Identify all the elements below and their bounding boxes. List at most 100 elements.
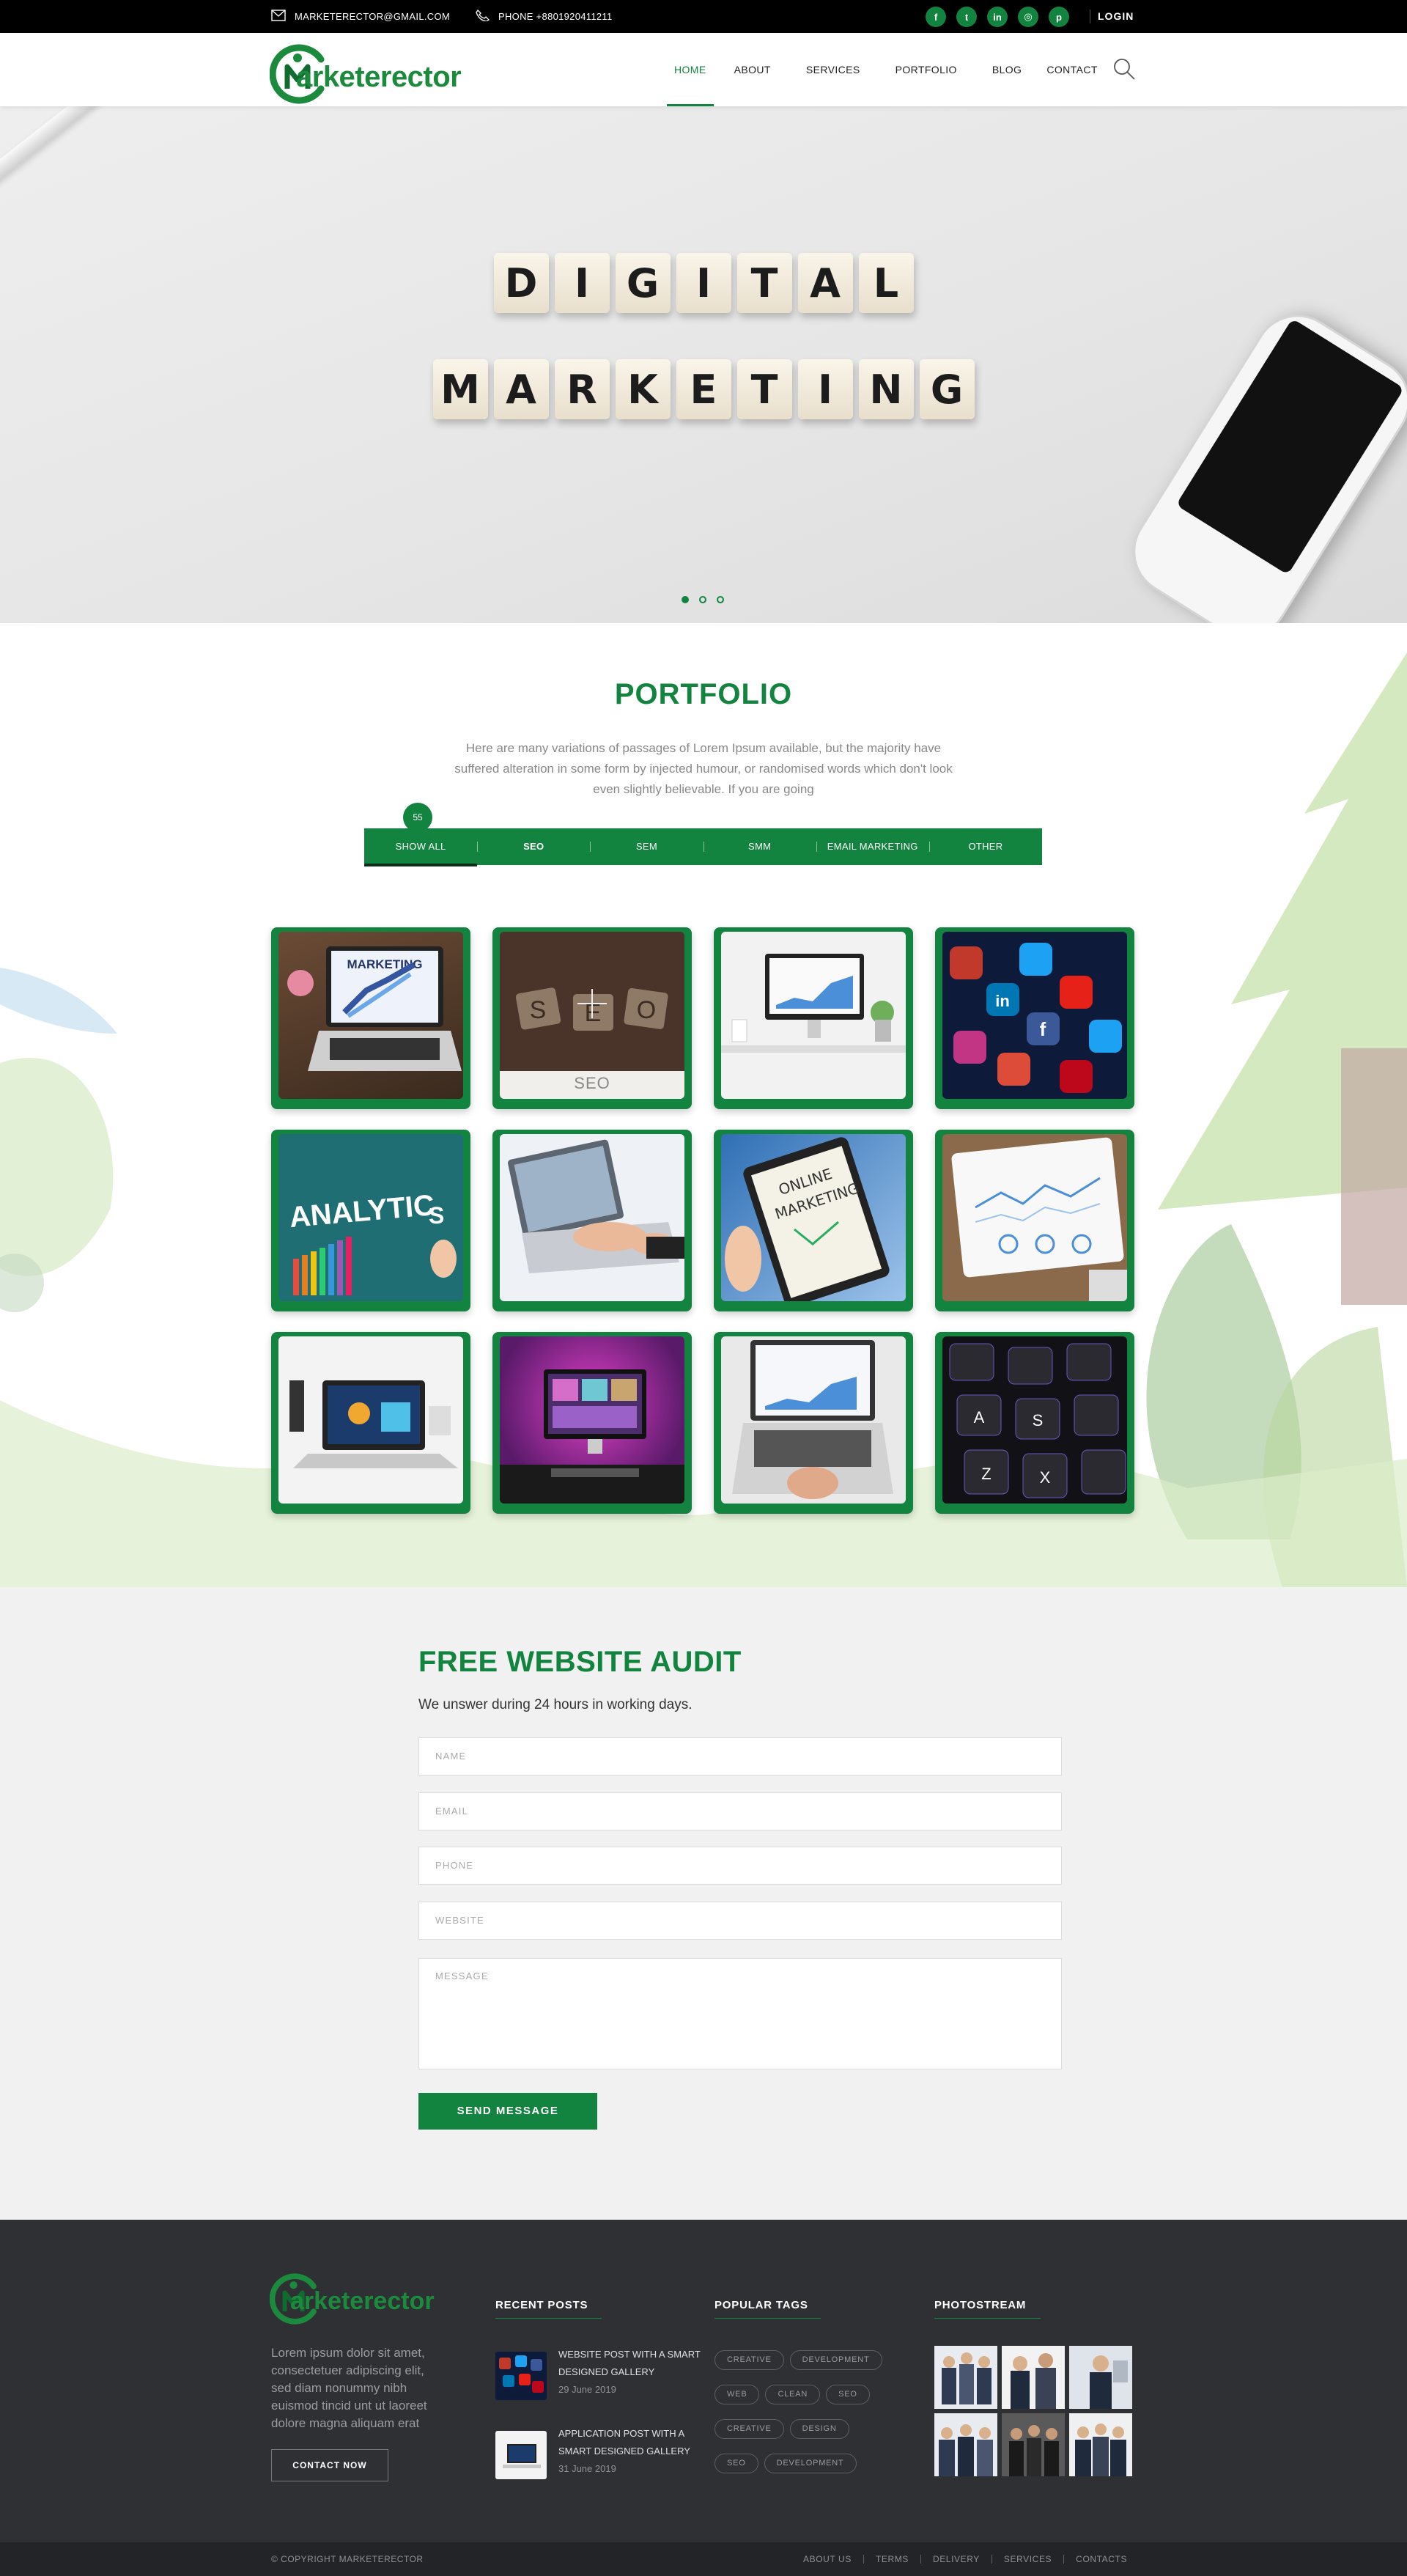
linkedin-icon[interactable]: in	[987, 7, 1008, 27]
portfolio-item[interactable]	[935, 1130, 1134, 1311]
portfolio-item[interactable]	[492, 1130, 692, 1311]
login-link[interactable]: LOGIN	[1098, 0, 1134, 33]
letter-tile: N	[858, 359, 914, 419]
tag-pill[interactable]: CLEAN	[765, 2385, 821, 2404]
filter-smm[interactable]: SMM	[703, 828, 816, 865]
tag-cloud: CREATIVE DEVELOPMENT WEB CLEAN SEO CREATIVE DE…	[714, 2350, 912, 2473]
slider-dot[interactable]	[717, 596, 724, 603]
portfolio-item[interactable]: A S Z X	[935, 1332, 1134, 1514]
filter-seo[interactable]: SEO	[477, 828, 590, 865]
nav-portfolio[interactable]: PORTFOLIO	[895, 33, 957, 106]
tag-pill[interactable]: SEO	[714, 2454, 758, 2473]
site-footer: arketerector Lorem ipsum dolor sit amet,…	[0, 2220, 1407, 2542]
footer-logo[interactable]: arketerector	[270, 2273, 460, 2331]
contact-now-button[interactable]: CONTACT NOW	[271, 2449, 388, 2481]
portfolio-item[interactable]	[271, 1332, 470, 1514]
email-contact[interactable]: MARKETERECTOR@GMAIL.COM	[271, 10, 450, 23]
footer-link-terms[interactable]: TERMS	[876, 2554, 909, 2564]
svg-text:A: A	[974, 1408, 985, 1427]
portfolio-item[interactable]: ANALYTIC S	[271, 1130, 470, 1311]
nav-home[interactable]: HOME	[667, 33, 714, 106]
filter-show-all[interactable]: SHOW ALL	[364, 828, 478, 866]
pen-decoration	[0, 106, 132, 194]
portfolio-item-seo[interactable]: SEO SEO	[492, 927, 692, 1109]
svg-text:O: O	[637, 996, 656, 1024]
footer-bottom-bar: © COPYRIGHT MARKETERECTOR ABOUT US TERMS D…	[0, 2542, 1407, 2576]
tag-pill[interactable]: CREATIVE	[714, 2419, 784, 2439]
footer-link-contacts[interactable]: CONTACTS	[1076, 2554, 1127, 2564]
tag-pill[interactable]: CREATIVE	[714, 2350, 784, 2370]
photostream-photo[interactable]	[934, 2346, 997, 2409]
post-title: WEBSITE POST WITH A SMART DESIGNED GALLE…	[558, 2349, 701, 2377]
recent-post[interactable]: WEBSITE POST WITH A SMART DESIGNED GALLE…	[495, 2346, 708, 2412]
nav-about[interactable]: ABOUT	[734, 33, 771, 106]
link-separator	[991, 2555, 992, 2564]
facebook-icon[interactable]: f	[926, 7, 946, 27]
website-field[interactable]: WEBSITE	[418, 1902, 1062, 1940]
letter-tile: I	[797, 359, 853, 419]
email-text: MARKETERECTOR@GMAIL.COM	[295, 11, 450, 22]
post-thumbnail	[495, 2352, 547, 2400]
name-field[interactable]: NAME	[418, 1737, 1062, 1775]
send-message-button[interactable]: SEND MESSAGE	[418, 2093, 597, 2130]
portfolio-item[interactable]	[714, 927, 913, 1109]
link-separator	[863, 2555, 864, 2564]
svg-text:S: S	[1033, 1411, 1044, 1429]
tag-pill[interactable]: DEVELOPMENT	[789, 2350, 882, 2370]
letter-tile: M	[432, 359, 488, 419]
photostream-photo[interactable]	[1069, 2413, 1132, 2476]
letter-tile: T	[736, 359, 792, 419]
email-field[interactable]: EMAIL	[418, 1792, 1062, 1830]
filter-sem[interactable]: SEM	[590, 828, 703, 865]
site-header: arketerector HOME ABOUT SERVICES PORTFOLIO B…	[0, 33, 1407, 106]
footer-about: Lorem ipsum dolor sit amet, consectetuer…	[271, 2346, 427, 2430]
message-field[interactable]: MESSAGE	[418, 1958, 1062, 2069]
filter-email-marketing[interactable]: EMAIL MARKETING	[816, 828, 929, 865]
portfolio-item[interactable]: MARKETING	[271, 927, 470, 1109]
photostream-photo[interactable]	[1069, 2346, 1132, 2409]
photostream-photo[interactable]	[1002, 2346, 1065, 2409]
letter-tile: A	[797, 253, 853, 313]
search-icon[interactable]	[1112, 57, 1136, 81]
footer-link-delivery[interactable]: DELIVERY	[933, 2554, 980, 2564]
instagram-icon[interactable]: ◎	[1018, 7, 1038, 27]
contact-info: MARKETERECTOR@GMAIL.COM PHONE +880192041…	[271, 0, 613, 33]
nav-contact[interactable]: CONTACT	[1046, 33, 1097, 106]
tag-pill[interactable]: DESIGN	[789, 2419, 849, 2439]
nav-services[interactable]: SERVICES	[806, 33, 860, 106]
portfolio-item[interactable]: in f	[935, 927, 1134, 1109]
svg-text:in: in	[995, 992, 1010, 1010]
filter-other[interactable]: OTHER	[928, 828, 1042, 865]
tag-pill[interactable]: SEO	[826, 2385, 870, 2404]
portfolio-item[interactable]: ONLINE MARKETING	[714, 1130, 913, 1311]
svg-text:X: X	[1040, 1468, 1051, 1487]
photostream-photo[interactable]	[934, 2413, 997, 2476]
hero-word-digital: DIGITAL	[0, 253, 1407, 313]
portfolio-item[interactable]	[714, 1332, 913, 1514]
recent-post[interactable]: APPLICATION POST WITH A SMART DESIGNED G…	[495, 2425, 708, 2491]
phone-field[interactable]: PHONE	[418, 1847, 1062, 1885]
footer-link-about-us[interactable]: ABOUT US	[803, 2554, 852, 2564]
post-date: 31 June 2019	[558, 2463, 616, 2474]
tag-pill[interactable]: WEB	[714, 2385, 760, 2404]
tag-pill[interactable]: DEVELOPMENT	[764, 2454, 857, 2473]
main-nav: HOME ABOUT SERVICES PORTFOLIO BLOG CONTACT	[667, 33, 1098, 106]
letter-tile: G	[919, 359, 975, 419]
pinterest-icon[interactable]: p	[1049, 7, 1069, 27]
post-title: APPLICATION POST WITH A SMART DESIGNED G…	[558, 2428, 690, 2457]
twitter-icon[interactable]: t	[956, 7, 977, 27]
footer-link-services[interactable]: SERVICES	[1004, 2554, 1052, 2564]
popular-tags-title: POPULAR TAGS	[714, 2299, 821, 2319]
nav-blog[interactable]: BLOG	[992, 33, 1022, 106]
logo[interactable]: arketerector	[270, 39, 490, 105]
slider-dot[interactable]	[682, 596, 689, 603]
slider-dot[interactable]	[699, 596, 706, 603]
letter-tile: E	[676, 359, 731, 419]
phone-contact[interactable]: PHONE +8801920411211	[475, 9, 613, 23]
letter-tile: D	[493, 253, 549, 313]
portfolio-item[interactable]	[492, 1332, 692, 1514]
photostream-photo[interactable]	[1002, 2413, 1065, 2476]
footer-logo-text: arketerector	[290, 2287, 435, 2315]
letter-tile: T	[736, 253, 792, 313]
letter-tile: I	[554, 253, 610, 313]
